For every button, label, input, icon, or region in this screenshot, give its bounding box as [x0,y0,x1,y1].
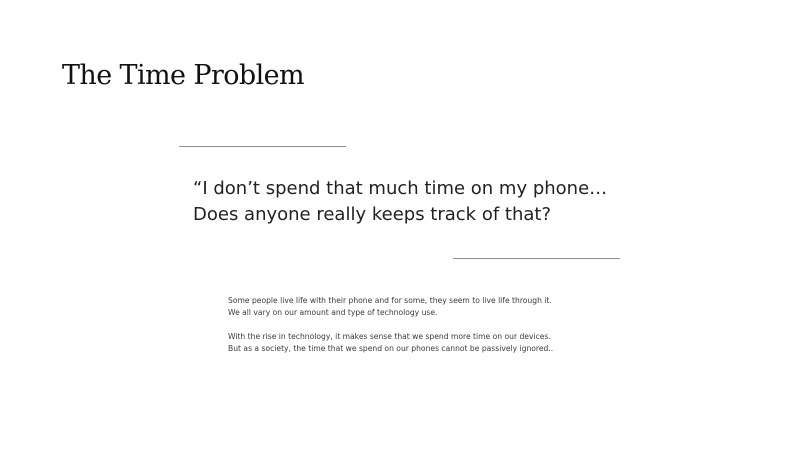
quote-line-1: “I don’t spend that much time on my phon… [193,178,608,199]
slide: The Time Problem “I don’t spend that muc… [0,0,800,450]
paragraph-1-line-1: Some people live life with their phone a… [228,296,552,305]
quote-line-2: Does anyone really keeps track of that? [193,204,552,225]
quote-bottom-rule [453,258,620,259]
paragraph-2: With the rise in technology, it makes se… [228,331,608,355]
quote-block: “I don’t spend that much time on my phon… [193,176,663,228]
paragraph-2-line-1: With the rise in technology, it makes se… [228,332,551,341]
body-text: Some people live life with their phone a… [228,295,608,355]
paragraph-1: Some people live life with their phone a… [228,295,608,319]
paragraph-1-line-2: We all vary on our amount and type of te… [228,308,438,317]
slide-title: The Time Problem [62,60,305,91]
paragraph-2-line-2: But as a society, the time that we spend… [228,344,554,353]
quote-top-rule [179,146,346,147]
